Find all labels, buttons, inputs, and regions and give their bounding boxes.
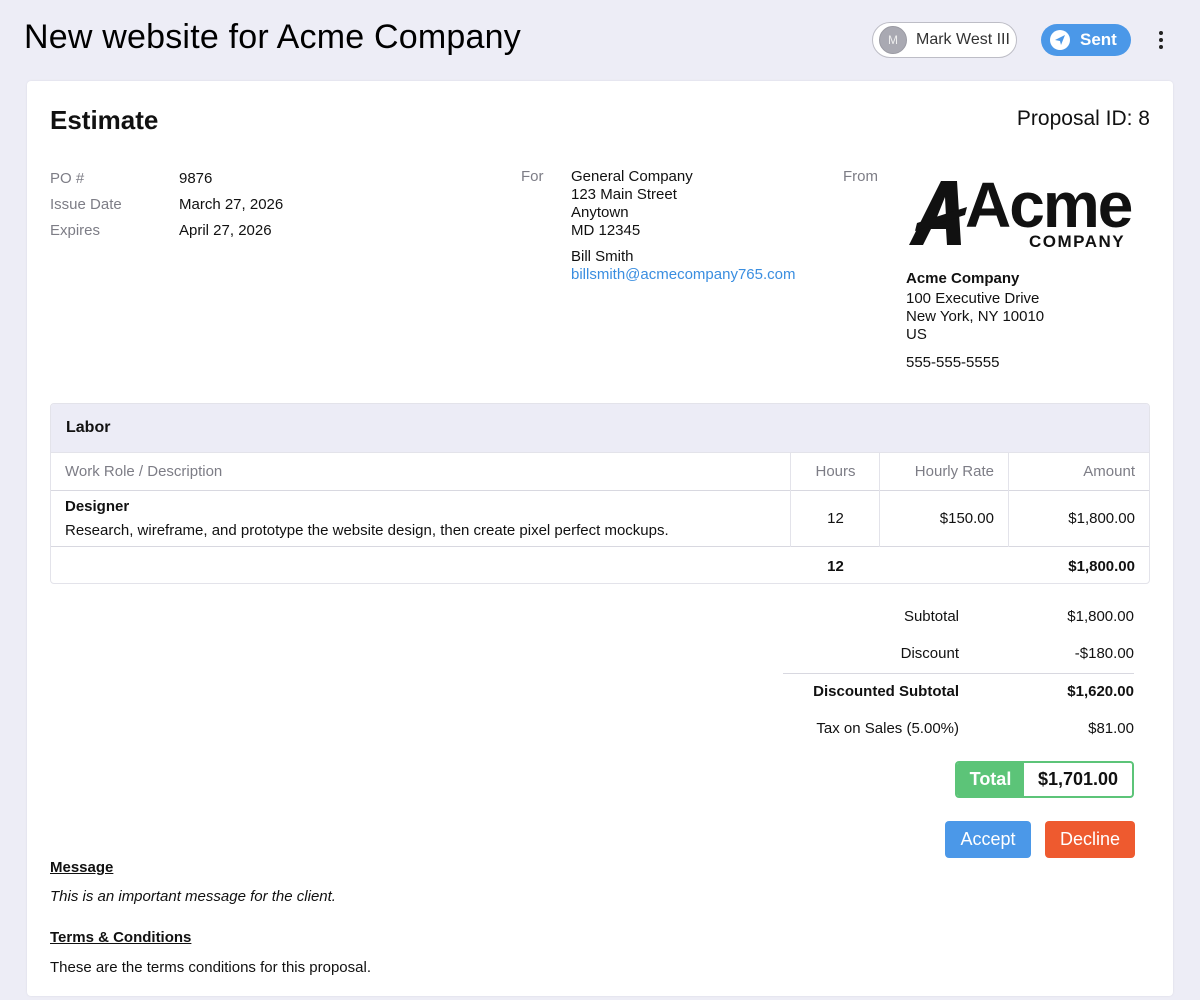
accept-button[interactable]: Accept — [945, 821, 1031, 858]
discount-value: -$180.00 — [1074, 645, 1134, 662]
proposal-id: Proposal ID: 8 — [1016, 107, 1150, 130]
sender-country: US — [906, 326, 927, 343]
issue-date-label: Issue Date — [50, 196, 122, 213]
total-box: Total $1,701.00 — [955, 761, 1134, 798]
row-hours: 12 — [827, 509, 844, 527]
expires-label: Expires — [50, 222, 101, 239]
subtotal-label: Subtotal — [903, 608, 959, 625]
po-label: PO # — [50, 170, 85, 187]
estimate-title: Estimate — [50, 105, 159, 135]
total-label: Total — [957, 763, 1024, 796]
client-address: General Company 123 Main Street Anytown … — [571, 168, 795, 284]
sender-address: Acme Company 100 Executive Drive New Yor… — [906, 270, 1044, 372]
labor-table: Labor Work Role / Description Hours Hour… — [50, 403, 1150, 584]
client-email-link[interactable]: billsmith@acmecompany765.com — [571, 266, 795, 283]
client-contact: Bill Smith — [571, 248, 634, 265]
tax-label: Tax on Sales (5.00%) — [816, 720, 959, 737]
for-label: For — [521, 168, 544, 185]
sender-street: 100 Executive Drive — [906, 290, 1040, 307]
row-description: Research, wireframe, and prototype the w… — [65, 522, 669, 539]
total-amount: $1,800.00 — [1068, 557, 1135, 575]
assignee-name: Mark West III — [916, 31, 1010, 48]
total-value: $1,701.00 — [1037, 769, 1119, 789]
message-heading: Message — [50, 859, 114, 876]
terms-heading: Terms & Conditions — [50, 929, 192, 946]
message-text: This is an important message for the cli… — [50, 888, 336, 905]
row-rate: $150.00 — [939, 509, 994, 527]
discount-label: Discount — [900, 645, 959, 662]
sender-phone: 555-555-5555 — [906, 354, 1000, 371]
table-row: Designer Research, wireframe, and protot… — [65, 498, 669, 540]
client-street: 123 Main Street — [571, 186, 677, 203]
terms-text: These are the terms conditions for this … — [50, 959, 371, 976]
decline-button[interactable]: Decline — [1045, 821, 1135, 858]
column-header-amount: Amount — [1083, 462, 1135, 480]
avatar: M — [879, 26, 907, 54]
sender-city: New York, NY 10010 — [906, 308, 1045, 325]
subtotal-value: $1,800.00 — [1067, 608, 1134, 625]
company-logo: Acme COMPANY — [907, 169, 1152, 251]
expires-value: April 27, 2026 — [179, 222, 272, 239]
sender-company: Acme Company — [906, 270, 1020, 287]
column-header-hours: Hours — [815, 462, 856, 480]
status-label: Sent — [1080, 30, 1117, 49]
more-options-icon[interactable] — [1150, 28, 1172, 52]
assignee-chip[interactable]: M Mark West III — [872, 22, 1017, 58]
page-title: New website for Acme Company — [24, 18, 521, 56]
client-city: Anytown — [571, 204, 629, 221]
discounted-subtotal-value: $1,620.00 — [1067, 683, 1134, 700]
logo-word: Acme — [965, 171, 1132, 241]
logo-sub: COMPANY — [1029, 232, 1125, 249]
client-state-zip: MD 12345 — [571, 222, 641, 239]
status-badge[interactable]: Sent — [1041, 24, 1131, 56]
column-header-rate: Hourly Rate — [914, 462, 994, 480]
labor-heading: Labor — [51, 404, 1149, 452]
paper-plane-icon — [1050, 30, 1070, 50]
po-value: 9876 — [179, 170, 213, 187]
from-label: From — [843, 168, 878, 185]
row-amount: $1,800.00 — [1068, 509, 1135, 527]
row-role: Designer — [65, 498, 130, 515]
discounted-subtotal-label: Discounted Subtotal — [813, 683, 959, 700]
estimate-card: Estimate Proposal ID: 8 PO # 9876 Issue … — [27, 81, 1173, 996]
issue-date-value: March 27, 2026 — [179, 196, 284, 213]
client-company: General Company — [571, 168, 693, 185]
total-hours: 12 — [827, 557, 844, 575]
tax-value: $81.00 — [1088, 720, 1134, 737]
column-header-role: Work Role / Description — [65, 462, 223, 480]
